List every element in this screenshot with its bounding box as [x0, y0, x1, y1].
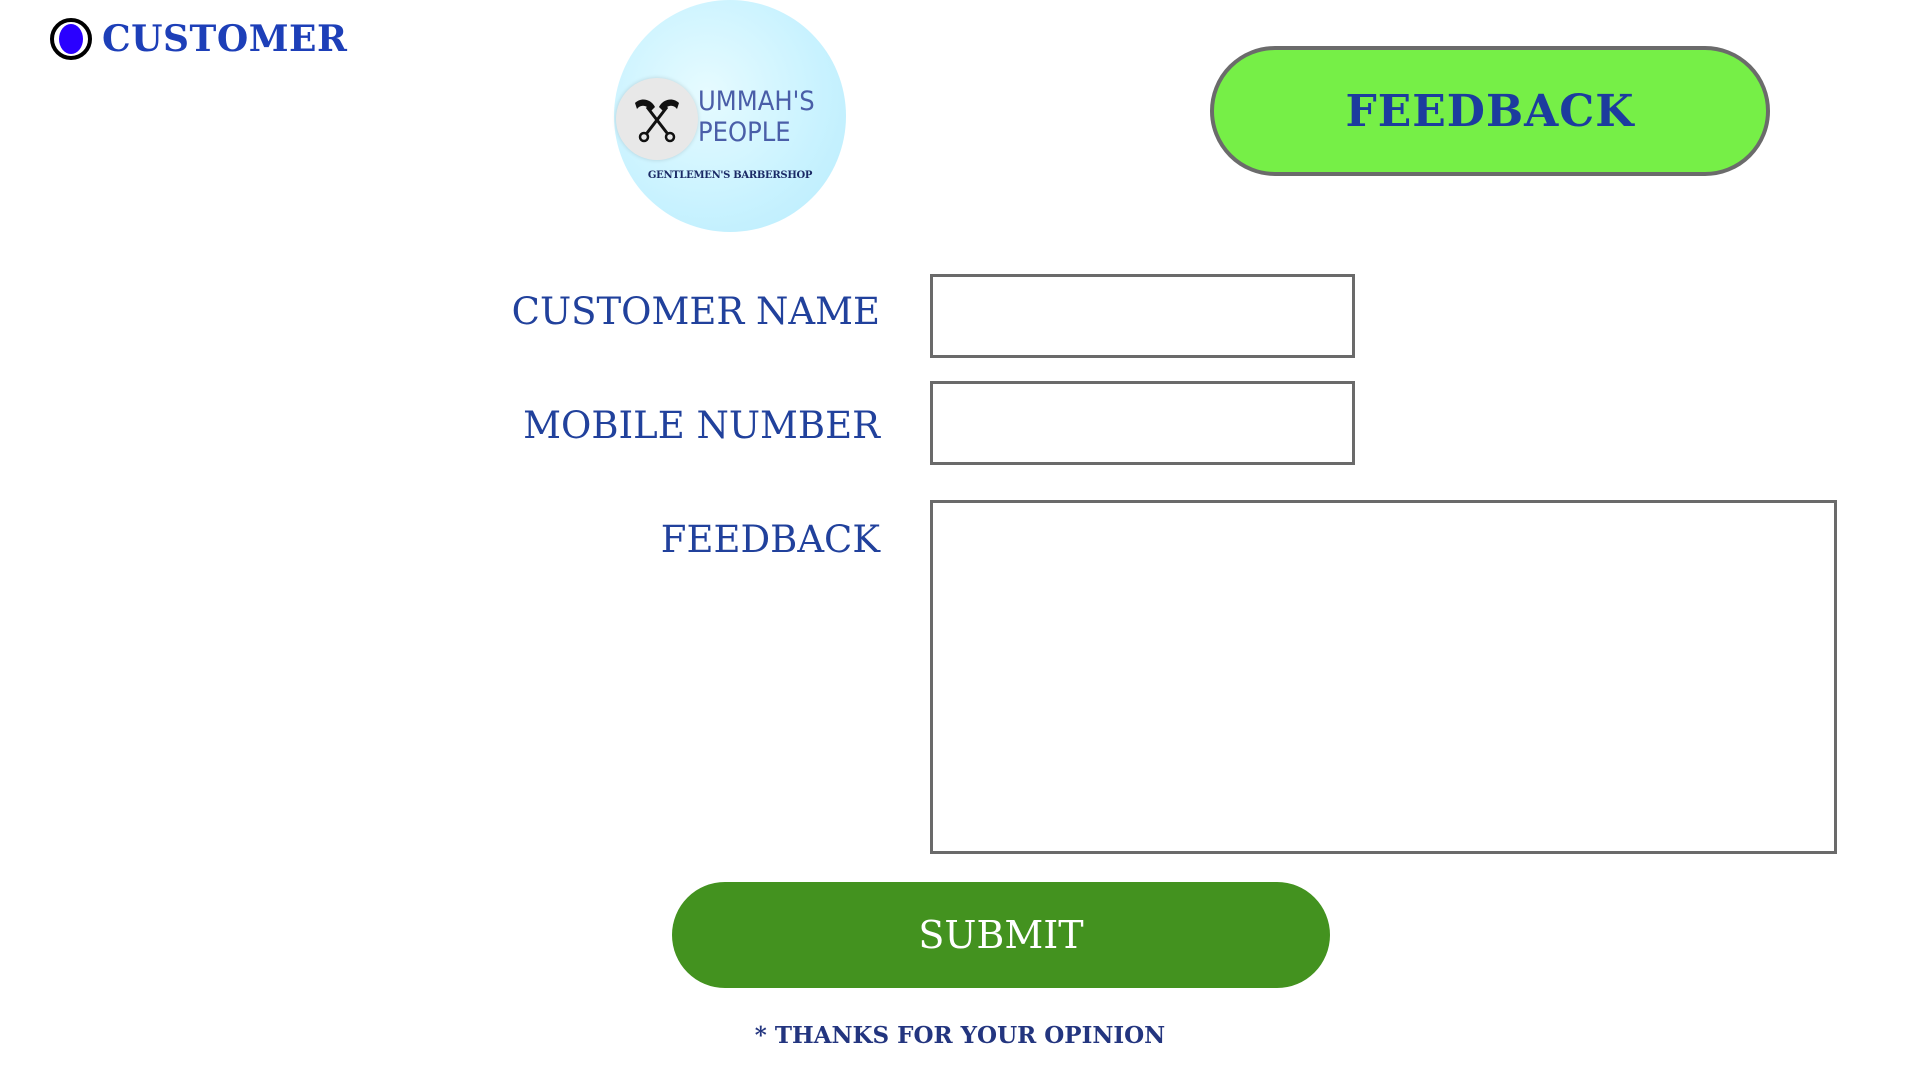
mobile-number-label: MOBILE NUMBER — [523, 404, 880, 447]
barber-scissors-icon — [616, 78, 698, 160]
customer-name-input[interactable] — [930, 274, 1355, 358]
logo-title: UMMAH'S PEOPLE — [698, 86, 838, 148]
feedback-header-label: FEEDBACK — [1345, 85, 1635, 137]
submit-button[interactable]: SUBMIT — [672, 882, 1330, 988]
submit-button-label: SUBMIT — [918, 913, 1084, 957]
customer-nav-label: CUSTOMER — [102, 18, 348, 60]
logo-subtitle: GENTLEMEN'S BARBERSHOP — [647, 170, 813, 181]
customer-nav-option[interactable]: CUSTOMER — [50, 18, 347, 60]
feedback-textarea[interactable] — [930, 500, 1837, 854]
brand-logo: UMMAH'S PEOPLE GENTLEMEN'S BARBERSHOP — [614, 0, 846, 232]
customer-name-label: CUSTOMER NAME — [511, 290, 880, 333]
radio-selected-dot — [59, 24, 83, 54]
feedback-label: FEEDBACK — [660, 518, 880, 561]
feedback-header-button[interactable]: FEEDBACK — [1210, 46, 1770, 176]
logo-title-line1: UMMAH'S — [698, 86, 815, 117]
mobile-number-input[interactable] — [930, 381, 1355, 465]
logo-title-line2: PEOPLE — [698, 117, 791, 148]
customer-radio-button[interactable] — [50, 18, 92, 60]
thanks-note: * THANKS FOR YOUR OPINION — [754, 1022, 1166, 1049]
